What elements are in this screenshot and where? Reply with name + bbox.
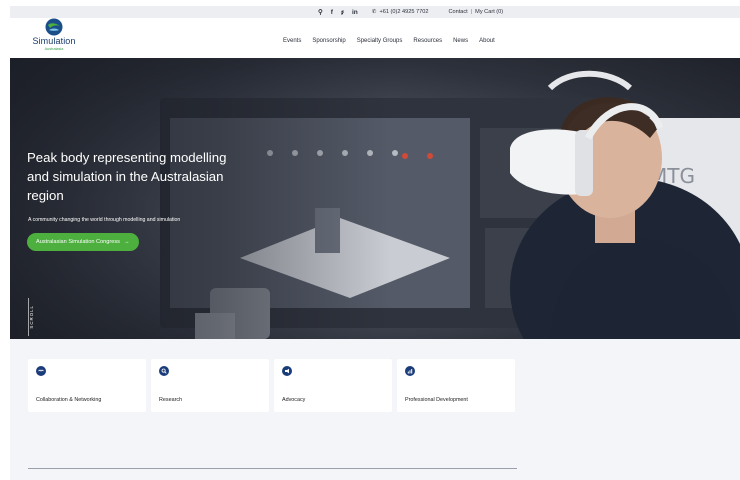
nav-item-sponsorship[interactable]: Sponsorship [312, 38, 345, 44]
card-collaboration-networking[interactable]: Collaboration & Networking [28, 359, 146, 412]
arrow-right-icon: → [123, 239, 130, 245]
hero-banner: MTG Peak body representing modelling and… [10, 58, 740, 339]
magnifier-icon [159, 366, 169, 376]
page: ⚲ f 𝓏 in ✆ +61 (0)2 4925 7702 Contact | … [10, 6, 740, 480]
card-label: Research [159, 397, 183, 403]
nav-item-events[interactable]: Events [283, 38, 301, 44]
chart-icon [405, 366, 415, 376]
primary-nav: Events Sponsorship Specialty Groups Reso… [283, 38, 495, 44]
nav-item-specialty-groups[interactable]: Specialty Groups [357, 38, 403, 44]
nav-item-resources[interactable]: Resources [413, 38, 442, 44]
site-logo[interactable]: Simulation Australasia [24, 18, 84, 58]
megaphone-icon [282, 366, 292, 376]
card-label: Collaboration & Networking [36, 397, 102, 403]
feature-cards: Collaboration & Networking Research Advo… [28, 359, 515, 412]
card-label: Professional Development [405, 397, 468, 403]
hero-title: Peak body representing modelling and sim… [27, 150, 227, 203]
card-professional-development[interactable]: Professional Development [397, 359, 515, 412]
congress-cta-button[interactable]: Australasian Simulation Congress → [27, 233, 139, 251]
phone-number: +61 (0)2 4925 7702 [379, 9, 429, 15]
logo-subtitle: Australasia [44, 47, 64, 51]
contact-link[interactable]: Contact [448, 9, 467, 15]
hero-subtitle: A community changing the world through m… [28, 217, 181, 223]
logo-name: Simulation [32, 36, 76, 46]
top-utility-bar: ⚲ f 𝓏 in ✆ +61 (0)2 4925 7702 Contact | … [10, 6, 740, 18]
globe-logo-icon [45, 18, 63, 36]
card-advocacy[interactable]: Advocacy [274, 359, 392, 412]
card-label: Advocacy [282, 397, 306, 403]
main-header: Simulation Australasia Events Sponsorshi… [10, 18, 740, 58]
link-separator: | [470, 9, 473, 15]
cart-link[interactable]: My Cart (0) [475, 9, 503, 15]
search-icon[interactable]: ⚲ [318, 8, 323, 16]
congress-cta-label: Australasian Simulation Congress [36, 239, 120, 245]
phone-link[interactable]: ✆ +61 (0)2 4925 7702 [372, 9, 429, 15]
facebook-icon[interactable]: f [331, 9, 333, 16]
phone-icon: ✆ [371, 9, 377, 15]
linkedin-icon[interactable]: in [352, 9, 358, 16]
nav-item-about[interactable]: About [479, 38, 495, 44]
scroll-indicator[interactable]: SCROLL [29, 305, 34, 329]
card-research[interactable]: Research [151, 359, 269, 412]
handshake-icon [36, 366, 46, 376]
twitter-icon[interactable]: 𝓏 [341, 8, 344, 16]
nav-item-news[interactable]: News [453, 38, 468, 44]
section-divider [28, 468, 517, 469]
